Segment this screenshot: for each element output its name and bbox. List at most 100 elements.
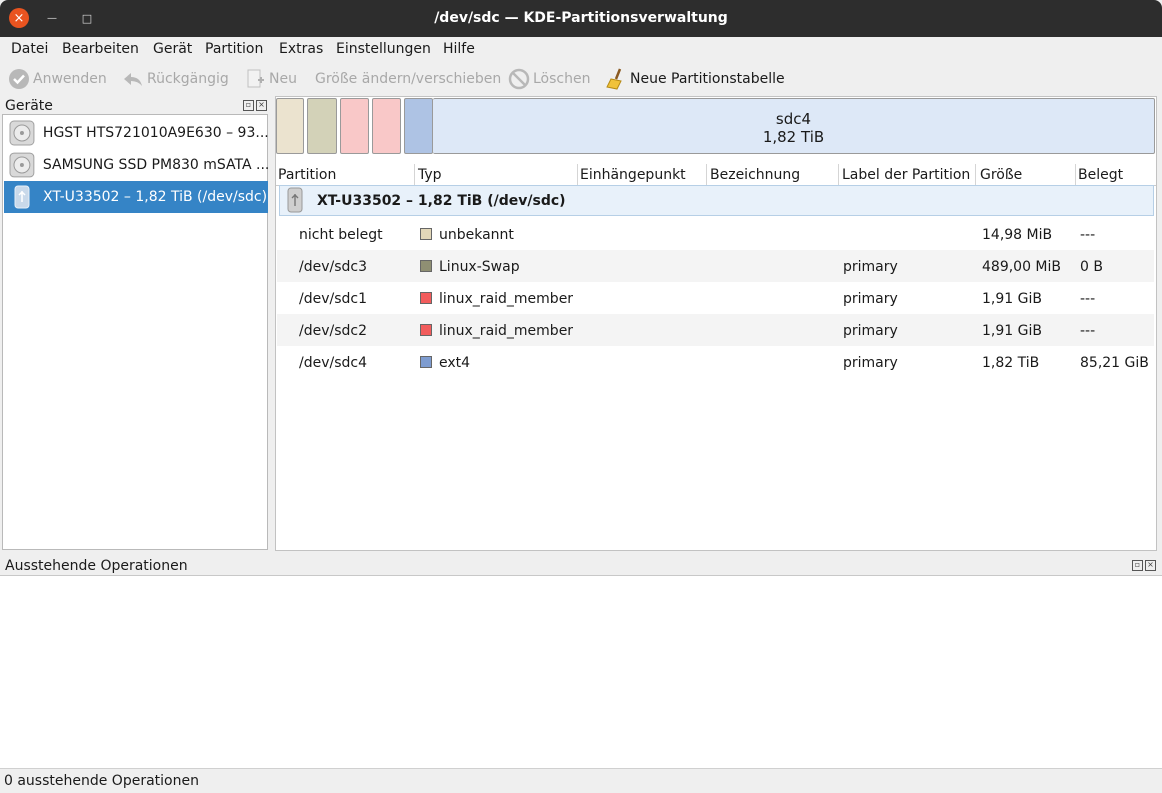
column-used[interactable]: Belegt xyxy=(1078,167,1123,183)
row-label: primary xyxy=(843,355,898,371)
table-row[interactable]: /dev/sdc3 Linux-Swap primary 489,00 MiB … xyxy=(277,250,1154,282)
device-item-hgst[interactable]: HGST HTS721010A9E630 – 93... xyxy=(4,117,268,149)
column-partition[interactable]: Partition xyxy=(278,167,336,183)
row-partition: /dev/sdc1 xyxy=(299,291,368,307)
devices-dock-buttons: ▫ × xyxy=(241,100,267,111)
new-label: Neu xyxy=(269,71,297,87)
title-bar: × — □ /dev/sdc — KDE-Partitionsverwaltun… xyxy=(0,0,1162,37)
status-text: 0 ausstehende Operationen xyxy=(4,773,199,789)
column-partition-label[interactable]: Label der Partition xyxy=(842,167,970,183)
pending-operations-list xyxy=(0,575,1162,769)
new-button[interactable]: Neu xyxy=(244,68,297,90)
row-size: 1,82 TiB xyxy=(982,355,1040,371)
type-color-swatch xyxy=(420,228,432,240)
type-color-swatch xyxy=(420,356,432,368)
row-size: 489,00 MiB xyxy=(982,259,1062,275)
menu-bearbeiten[interactable]: Bearbeiten xyxy=(62,41,139,57)
row-size: 1,91 GiB xyxy=(982,291,1042,307)
device-list: HGST HTS721010A9E630 – 93... SAMSUNG SSD… xyxy=(2,114,268,550)
menu-einstellungen[interactable]: Einstellungen xyxy=(336,41,431,57)
row-used: --- xyxy=(1080,323,1096,339)
device-item-xt-u33502[interactable]: XT-U33502 – 1,82 TiB (/dev/sdc) xyxy=(4,181,268,213)
table-row[interactable]: /dev/sdc1 linux_raid_member primary 1,91… xyxy=(277,282,1154,314)
pending-dock-buttons: ▫ × xyxy=(1130,560,1156,571)
new-partition-table-button[interactable]: Neue Partitionstabelle xyxy=(605,68,785,90)
graph-selected-name: sdc4 xyxy=(775,110,812,128)
apply-button[interactable]: Anwenden xyxy=(8,68,107,90)
delete-label: Löschen xyxy=(533,71,591,87)
undo-label: Rückgängig xyxy=(147,71,229,87)
column-mountpoint[interactable]: Einhängepunkt xyxy=(580,167,686,183)
row-type: ext4 xyxy=(439,355,471,371)
column-size[interactable]: Größe xyxy=(980,167,1022,183)
row-type: unbekannt xyxy=(439,227,514,243)
undo-button[interactable]: Rückgängig xyxy=(122,68,229,90)
menu-partition[interactable]: Partition xyxy=(205,41,263,57)
row-partition: /dev/sdc4 xyxy=(299,355,368,371)
graph-segment-sdc4-used[interactable] xyxy=(404,98,433,154)
table-row[interactable]: /dev/sdc4 ext4 primary 1,82 TiB 85,21 Gi… xyxy=(277,346,1154,378)
graph-segment-unallocated[interactable] xyxy=(276,98,304,154)
row-label: primary xyxy=(843,259,898,275)
undo-icon xyxy=(124,73,142,86)
row-label: primary xyxy=(843,291,898,307)
delete-button[interactable]: Löschen xyxy=(508,68,590,90)
row-type: linux_raid_member xyxy=(439,291,574,307)
type-color-swatch xyxy=(420,260,432,272)
float-dock-icon[interactable]: ▫ xyxy=(1132,560,1143,571)
type-color-swatch xyxy=(420,324,432,336)
resize-move-label: Größe ändern/verschieben xyxy=(315,71,502,87)
device-label: HGST HTS721010A9E630 – 93... xyxy=(42,125,268,141)
row-size: 1,91 GiB xyxy=(982,323,1042,339)
row-used: --- xyxy=(1080,291,1096,307)
column-label[interactable]: Bezeichnung xyxy=(710,167,800,183)
column-type[interactable]: Typ xyxy=(418,167,442,183)
row-partition: /dev/sdc2 xyxy=(299,323,368,339)
graph-segment-sdc2[interactable] xyxy=(372,98,401,154)
toolbar: Anwenden Rückgängig Neu Größe ändern/ver… xyxy=(0,61,1162,95)
type-color-swatch xyxy=(420,292,432,304)
harddisk-icon xyxy=(9,152,35,178)
disk-tree-row[interactable]: XT-U33502 – 1,82 TiB (/dev/sdc) xyxy=(279,185,1154,216)
status-bar: 0 ausstehende Operationen xyxy=(0,768,1162,793)
row-type: Linux-Swap xyxy=(439,259,520,275)
close-dock-icon[interactable]: × xyxy=(256,100,267,111)
apply-label: Anwenden xyxy=(33,71,107,87)
window-title: /dev/sdc — KDE-Partitionsverwaltung xyxy=(434,10,728,26)
device-label: SAMSUNG SSD PM830 mSATA ... xyxy=(42,157,268,173)
usb-drive-icon xyxy=(14,185,30,209)
row-label: primary xyxy=(843,323,898,339)
graph-segment-sdc4[interactable]: sdc4 1,82 TiB xyxy=(433,98,1155,154)
row-size: 14,98 MiB xyxy=(982,227,1053,243)
menu-hilfe[interactable]: Hilfe xyxy=(443,41,475,57)
row-used: 0 B xyxy=(1080,259,1103,275)
table-row[interactable]: nicht belegt unbekannt 14,98 MiB --- xyxy=(277,218,1154,250)
row-type: linux_raid_member xyxy=(439,323,574,339)
usb-drive-icon xyxy=(287,187,303,213)
row-partition: nicht belegt xyxy=(299,227,383,243)
disk-usage-graph: sdc4 1,82 TiB xyxy=(275,96,1157,158)
devices-panel-title: Geräte xyxy=(5,98,53,114)
table-row[interactable]: /dev/sdc2 linux_raid_member primary 1,91… xyxy=(277,314,1154,346)
menu-datei[interactable]: Datei xyxy=(11,41,48,57)
device-label: XT-U33502 – 1,82 TiB (/dev/sdc) xyxy=(43,189,268,205)
device-item-samsung[interactable]: SAMSUNG SSD PM830 mSATA ... xyxy=(4,149,268,181)
row-used: --- xyxy=(1080,227,1096,243)
pending-operations-title: Ausstehende Operationen xyxy=(5,558,188,574)
menu-extras[interactable]: Extras xyxy=(279,41,323,57)
close-dock-icon[interactable]: × xyxy=(1145,560,1156,571)
float-dock-icon[interactable]: ▫ xyxy=(243,100,254,111)
new-partition-table-label: Neue Partitionstabelle xyxy=(630,71,785,87)
row-partition: /dev/sdc3 xyxy=(299,259,368,275)
graph-segment-sdc1[interactable] xyxy=(340,98,369,154)
delete-icon xyxy=(508,68,530,90)
resize-move-button[interactable]: Größe ändern/verschieben xyxy=(315,68,501,90)
menu-geraet[interactable]: Gerät xyxy=(153,41,192,57)
new-document-icon xyxy=(247,69,264,88)
graph-segment-sdc3[interactable] xyxy=(307,98,337,154)
broom-icon xyxy=(606,68,622,90)
graph-selected-size: 1,82 TiB xyxy=(762,128,825,146)
disk-row-label: XT-U33502 – 1,82 TiB (/dev/sdc) xyxy=(317,193,566,209)
table-header: Partition Typ Einhängepunkt Bezeichnung … xyxy=(276,164,1156,186)
row-used: 85,21 GiB xyxy=(1080,355,1149,371)
